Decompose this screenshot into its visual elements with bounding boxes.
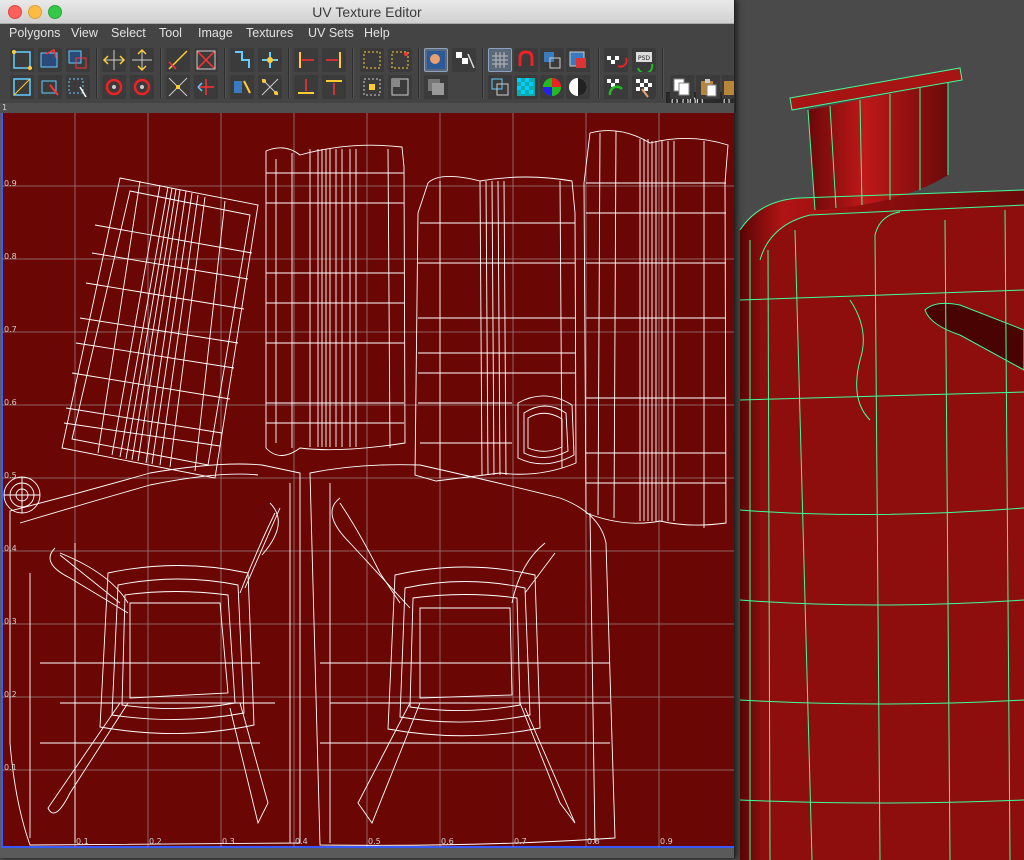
uv-layout bbox=[0, 103, 734, 848]
v-label-07: 0.7 bbox=[4, 325, 17, 334]
snap-pixels-icon[interactable] bbox=[514, 48, 538, 72]
menu-help[interactable]: Help bbox=[364, 26, 390, 40]
lasso-uv-icon[interactable] bbox=[66, 75, 90, 99]
v-label-09: 0.9 bbox=[4, 179, 17, 188]
title-bar[interactable]: UV Texture Editor bbox=[0, 0, 734, 24]
split-uv-icon[interactable] bbox=[194, 48, 218, 72]
paste-uvs-icon[interactable] bbox=[696, 75, 720, 99]
align-max-u-icon[interactable] bbox=[322, 48, 346, 72]
menu-image[interactable]: Image bbox=[198, 26, 233, 40]
align-max-v-icon[interactable] bbox=[322, 75, 346, 99]
checker-icon[interactable] bbox=[452, 48, 476, 72]
v-label-04: 0.4 bbox=[4, 544, 17, 553]
u-label-01: 0.1 bbox=[76, 837, 89, 846]
menu-bar: Polygons View Select Tool Image Textures… bbox=[0, 24, 734, 44]
cut-uv-icon[interactable] bbox=[166, 48, 190, 72]
psd-label: PSD bbox=[638, 55, 650, 62]
select-border-icon[interactable] bbox=[388, 48, 412, 72]
scale-uv-icon[interactable] bbox=[66, 48, 90, 72]
menu-view[interactable]: View bbox=[71, 26, 98, 40]
toolbar: PSD 0.000 0 bbox=[0, 44, 736, 112]
v-label-08: 0.8 bbox=[4, 252, 17, 261]
menu-textures[interactable]: Textures bbox=[246, 26, 293, 40]
v-label-01: 0.1 bbox=[4, 763, 17, 772]
select-uv-icon[interactable] bbox=[38, 75, 62, 99]
v-label-03: 0.3 bbox=[4, 617, 17, 626]
align-min-u-icon[interactable] bbox=[294, 48, 318, 72]
shrink-selection-icon[interactable] bbox=[360, 75, 384, 99]
checkerboard-tile-icon[interactable] bbox=[514, 75, 538, 99]
grow-selection-icon[interactable] bbox=[388, 75, 412, 99]
display-image-icon[interactable] bbox=[424, 48, 448, 72]
grid-uv-icon[interactable] bbox=[10, 75, 34, 99]
u-label-07: 0.7 bbox=[514, 837, 527, 846]
flip-v-icon[interactable] bbox=[130, 48, 154, 72]
checker-size-icon[interactable] bbox=[632, 75, 656, 99]
u-label-09: 0.9 bbox=[660, 837, 673, 846]
menu-tool[interactable]: Tool bbox=[159, 26, 182, 40]
paste-u-icon[interactable] bbox=[722, 75, 734, 99]
v-label-02: 0.2 bbox=[4, 690, 17, 699]
alpha-channel-icon[interactable] bbox=[566, 75, 590, 99]
relax-uv-icon[interactable] bbox=[258, 75, 282, 99]
menu-select[interactable]: Select bbox=[111, 26, 146, 40]
psd-network-icon[interactable]: PSD bbox=[632, 48, 656, 72]
copy-uvs-icon[interactable] bbox=[670, 75, 694, 99]
uv-texture-editor-window: UV Texture Editor Polygons View Select T… bbox=[0, 0, 736, 858]
u-label-04: 0.4 bbox=[295, 837, 308, 846]
u-label-08: 0.8 bbox=[587, 837, 600, 846]
u-label-05: 0.5 bbox=[368, 837, 381, 846]
uv-editor-canvas[interactable]: 1 0.9 0.8 0.7 0.6 0.5 0.4 0.3 0.2 0.1 0.… bbox=[0, 103, 734, 858]
rgb-channels-icon[interactable] bbox=[540, 75, 564, 99]
flip-u-icon[interactable] bbox=[102, 48, 126, 72]
v-label-06: 0.6 bbox=[4, 398, 17, 407]
layout-uv-icon[interactable] bbox=[230, 48, 254, 72]
update-psd-icon[interactable] bbox=[604, 48, 628, 72]
rotate-uv-icon[interactable] bbox=[38, 48, 62, 72]
align-min-v-icon[interactable] bbox=[294, 75, 318, 99]
unfold-uv-icon[interactable] bbox=[258, 48, 282, 72]
texture-borders-icon[interactable] bbox=[566, 48, 590, 72]
move-sew-icon[interactable] bbox=[194, 75, 218, 99]
rotate-cw-icon[interactable] bbox=[130, 75, 154, 99]
select-shell-icon[interactable] bbox=[360, 48, 384, 72]
u-label-03: 0.3 bbox=[222, 837, 235, 846]
refresh-image-icon[interactable] bbox=[604, 75, 628, 99]
u-label-06: 0.6 bbox=[441, 837, 454, 846]
menu-uv-sets[interactable]: UV Sets bbox=[308, 26, 354, 40]
grid-display-icon[interactable] bbox=[488, 48, 512, 72]
u-label-02: 0.2 bbox=[149, 837, 162, 846]
rotate-ccw-icon[interactable] bbox=[102, 75, 126, 99]
menu-polygons[interactable]: Polygons bbox=[9, 26, 60, 40]
window-title: UV Texture Editor bbox=[312, 4, 422, 20]
uv-corner-label: 1 bbox=[2, 103, 8, 112]
texture-image bbox=[2, 113, 734, 847]
dim-image-icon[interactable] bbox=[424, 75, 448, 99]
sew-uv-icon[interactable] bbox=[166, 75, 190, 99]
straighten-uv-icon[interactable] bbox=[230, 75, 254, 99]
move-uv-icon[interactable] bbox=[10, 48, 34, 72]
shaded-uv-icon[interactable] bbox=[540, 48, 564, 72]
uv-distortion-icon[interactable] bbox=[488, 75, 512, 99]
v-label-05: 0.5 bbox=[4, 471, 17, 480]
